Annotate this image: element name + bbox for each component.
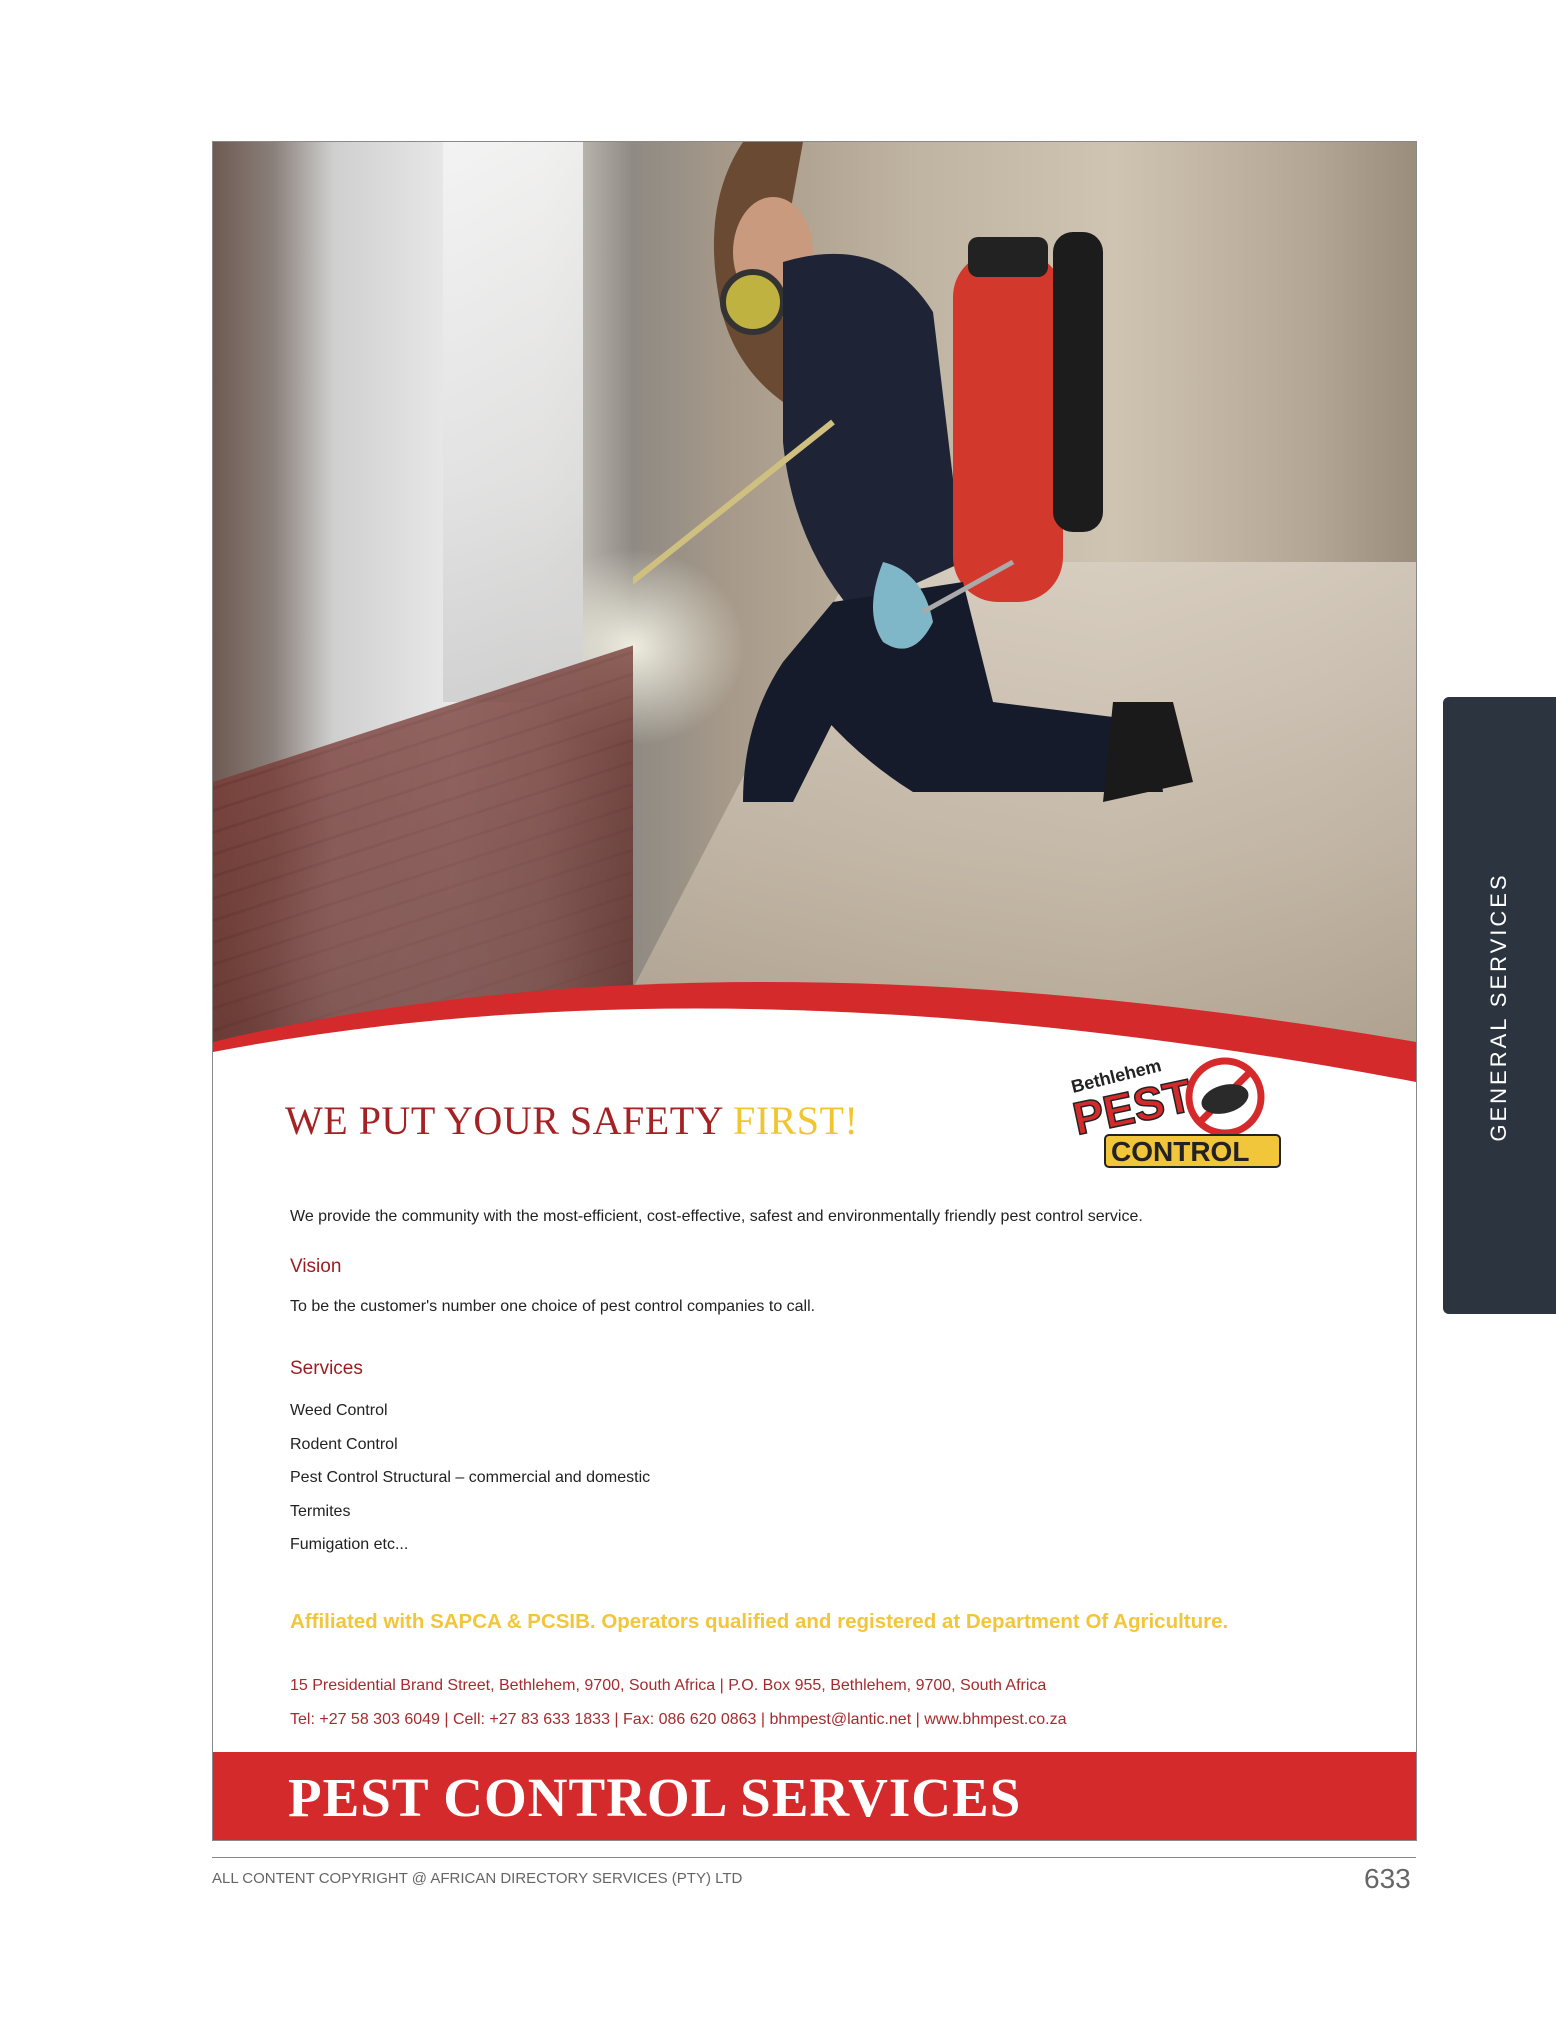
vision-text: To be the customer's number one choice o… bbox=[290, 1298, 816, 1315]
headline: WE PUT YOUR SAFETY FIRST! bbox=[285, 1097, 858, 1144]
affiliation-text: Affiliated with SAPCA & PCSIB. Operators… bbox=[290, 1610, 1229, 1633]
service-item: Rodent Control bbox=[290, 1435, 398, 1453]
services-heading: Services bbox=[290, 1358, 363, 1379]
footer-divider bbox=[212, 1857, 1416, 1858]
shop-window bbox=[443, 142, 583, 702]
intro-text: We provide the community with the most-e… bbox=[290, 1208, 1143, 1225]
service-item: Weed Control bbox=[290, 1402, 388, 1419]
service-item: Termites bbox=[290, 1502, 351, 1520]
headline-accent: FIRST! bbox=[733, 1098, 859, 1143]
bethlehem-pest-control-logo: Bethlehem PEST CONTROL bbox=[1068, 1055, 1281, 1168]
service-item: Pest Control Structural – commercial and… bbox=[290, 1469, 651, 1486]
headline-main: WE PUT YOUR SAFETY bbox=[285, 1098, 734, 1143]
copyright-notice: ALL CONTENT COPYRIGHT @ AFRICAN DIRECTOR… bbox=[212, 1870, 743, 1887]
service-item: Fumigation etc... bbox=[290, 1536, 409, 1553]
contact-line: Tel: +27 58 303 6049 | Cell: +27 83 633 … bbox=[290, 1711, 1067, 1728]
advertisement: WE PUT YOUR SAFETY FIRST! Bethlehem PEST… bbox=[212, 141, 1417, 1841]
vision-heading: Vision bbox=[290, 1256, 342, 1277]
services-list: Weed Control Rodent Control Pest Control… bbox=[290, 1394, 650, 1562]
pest-control-worker-illustration bbox=[633, 142, 1193, 802]
logo-bottom-text: CONTROL bbox=[1111, 1136, 1249, 1167]
address-line: 15 Presidential Brand Street, Bethlehem,… bbox=[290, 1677, 1047, 1694]
section-tab-general-services[interactable]: GENERAL SERVICES bbox=[1443, 697, 1556, 1314]
page-number: 633 bbox=[1364, 1863, 1411, 1894]
section-tab-label: GENERAL SERVICES bbox=[1486, 872, 1511, 1142]
banner-title: PEST CONTROL SERVICES bbox=[288, 1767, 1022, 1828]
bottom-banner: PEST CONTROL SERVICES bbox=[213, 1752, 1416, 1840]
